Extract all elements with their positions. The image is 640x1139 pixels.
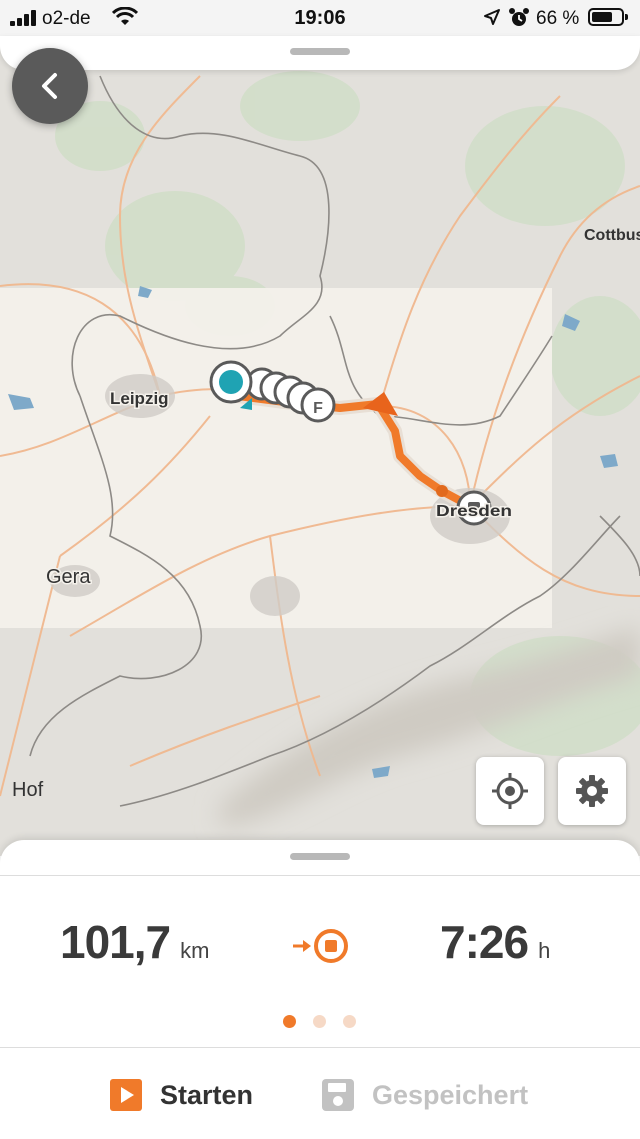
duration-stat: 7:26 h [440, 915, 550, 969]
top-drag-handle[interactable] [290, 48, 350, 55]
distance-unit: km [180, 938, 210, 963]
page-indicator[interactable] [283, 1015, 363, 1029]
battery-icon [588, 8, 628, 26]
play-icon [110, 1079, 142, 1111]
duration-unit: h [538, 938, 551, 963]
distance-stat: 101,7 km [60, 915, 209, 969]
locate-button[interactable] [476, 757, 544, 825]
status-bar: o2-de 19:06 66 % [0, 0, 640, 36]
city-label-dresden: Dresden [436, 503, 512, 520]
waypoint-letter: F [313, 400, 323, 417]
page-dot[interactable] [313, 1015, 326, 1028]
arrow-to-destination-icon [293, 929, 348, 963]
divider [0, 1047, 640, 1048]
page-dot[interactable] [343, 1015, 356, 1028]
start-button[interactable]: Starten [110, 1073, 253, 1117]
route-map[interactable]: F Leipzig Dresden Gera Hof Cottbus [0, 36, 640, 856]
route-summary-sheet: 101,7 km 7:26 h Starten Gespeichert [0, 840, 640, 1139]
map-canvas: F Leipzig Dresden Gera Hof Cottbus [0, 36, 640, 856]
city-label-gera: Gera [46, 566, 91, 588]
duration-value: 7:26 [440, 916, 529, 968]
battery-percent: 66 % [536, 8, 580, 29]
crosshair-icon [492, 773, 528, 809]
top-sheet[interactable] [0, 36, 640, 70]
city-label-leipzig: Leipzig [110, 389, 169, 408]
location-arrow-icon [484, 9, 500, 25]
back-chevron-icon [42, 73, 57, 99]
city-label-cottbus: Cottbus [584, 227, 640, 244]
save-disk-icon [322, 1079, 354, 1111]
page-dot-active[interactable] [283, 1015, 296, 1028]
distance-value: 101,7 [60, 916, 171, 968]
saved-label: Gespeichert [372, 1079, 529, 1110]
start-label: Starten [160, 1079, 254, 1110]
saved-button[interactable]: Gespeichert [322, 1073, 528, 1117]
bottom-drag-handle[interactable] [290, 853, 350, 860]
city-label-hof: Hof [12, 779, 44, 801]
divider [0, 875, 640, 876]
settings-button[interactable] [558, 757, 626, 825]
back-button[interactable] [12, 48, 88, 124]
gear-icon [576, 775, 608, 807]
start-marker [209, 360, 253, 404]
alarm-icon [509, 8, 529, 26]
